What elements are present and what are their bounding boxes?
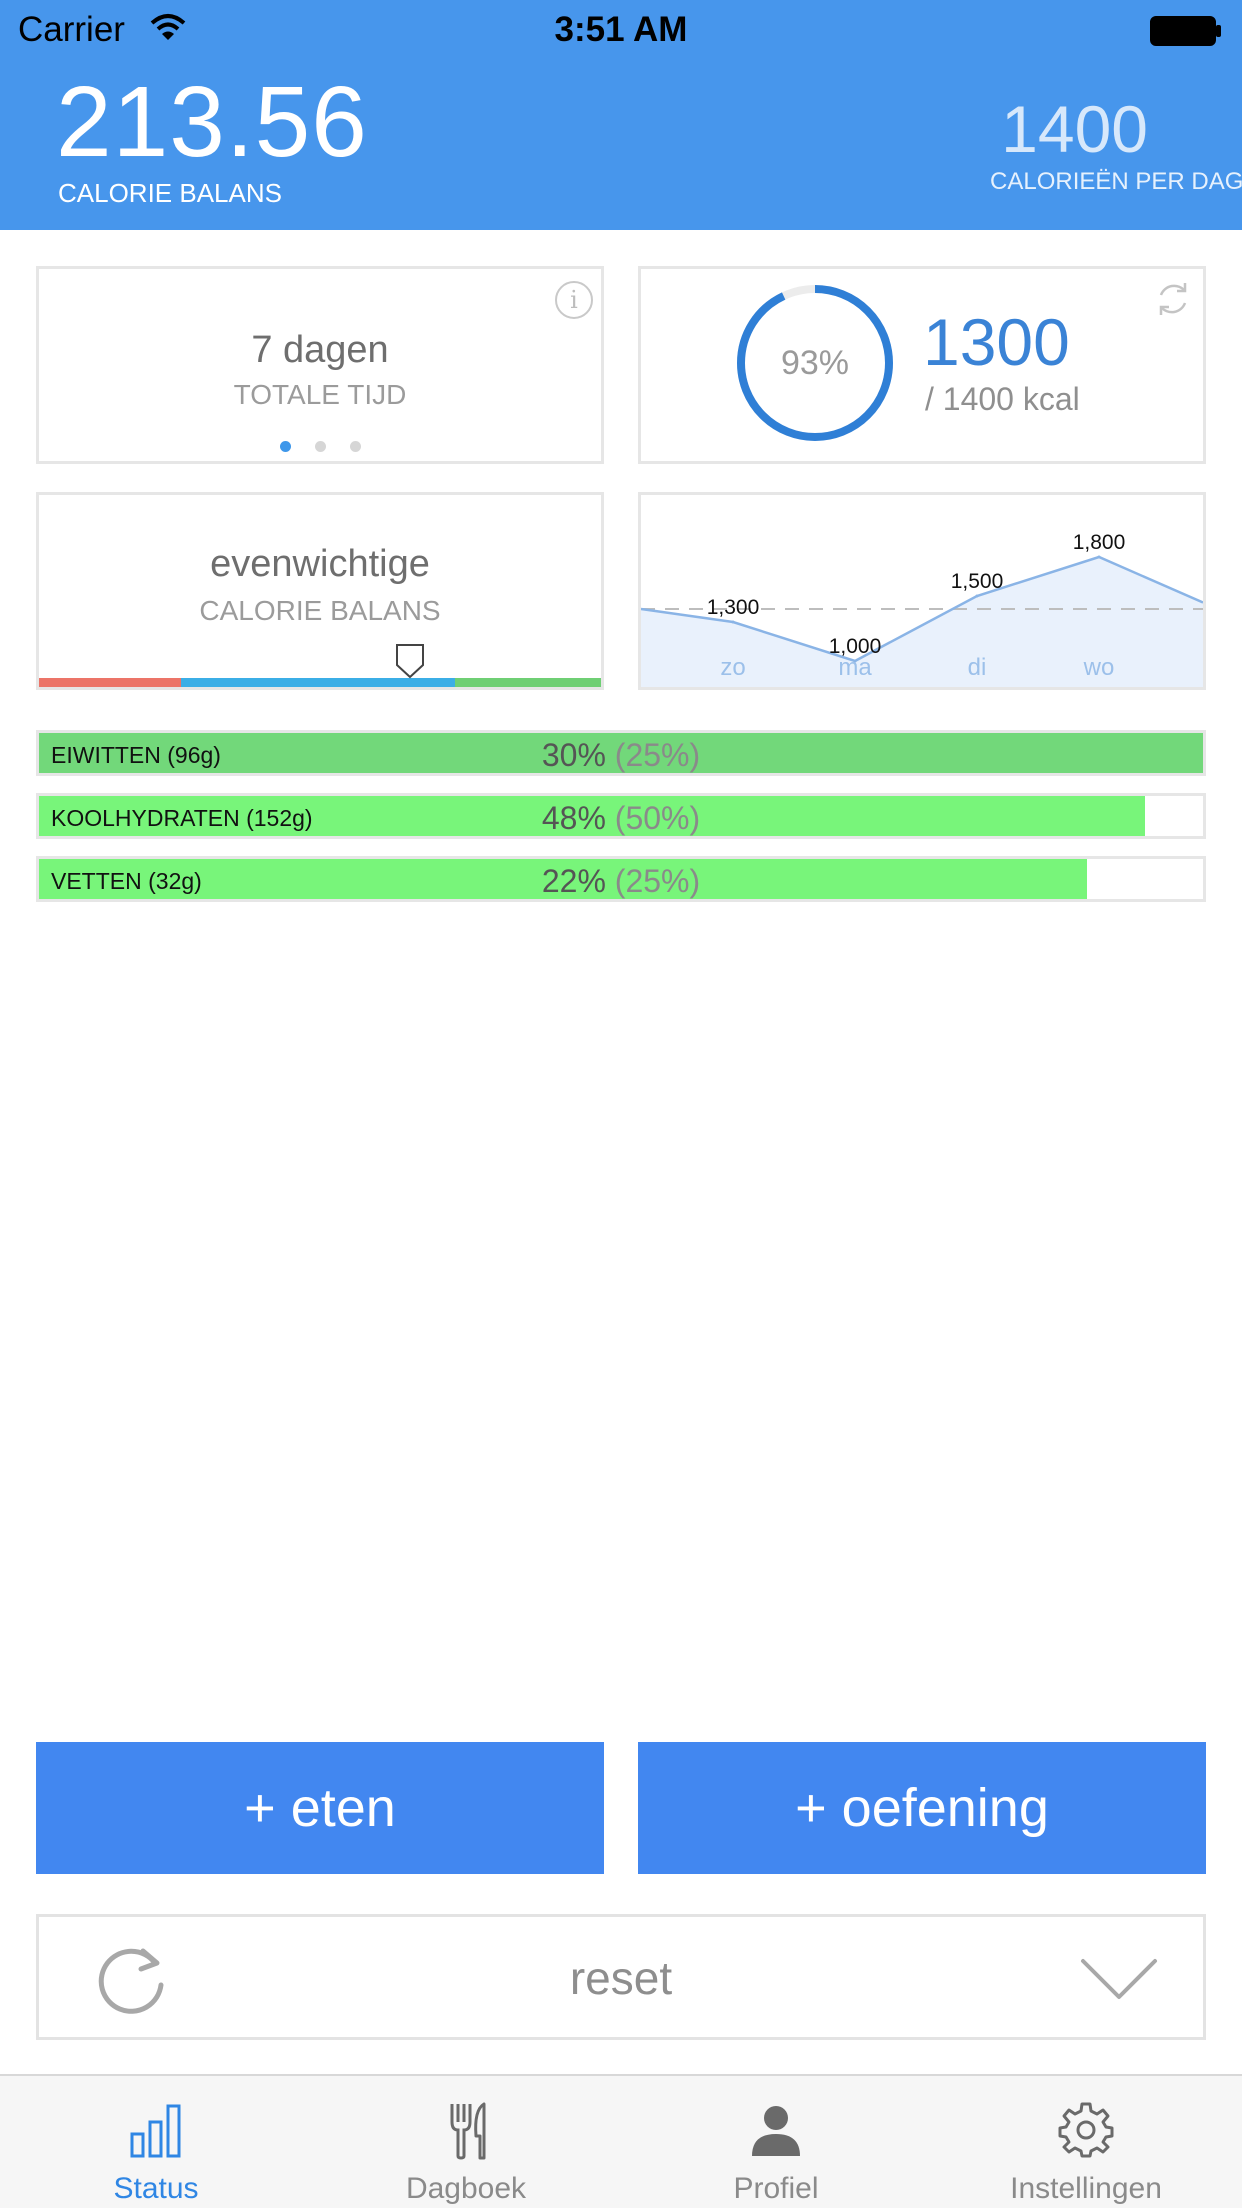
tab-bar: Status Dagboek Profiel Instellingen [0,2074,1242,2208]
balance-status-label: CALORIE BALANS [199,595,441,626]
macro-bar-protein: EIWITTEN (96g) 30% (25%) [36,730,1206,776]
calories-per-day-label: CALORIEËN PER DAG [990,168,1242,195]
chart-category-label: zo [720,654,745,681]
duration-label: TOTALE TIJD [233,379,407,410]
fork-knife-icon [450,2102,486,2160]
page-dot[interactable] [279,441,291,452]
macro-goal: (25%) [614,863,701,899]
chart-point [975,594,979,598]
duration-card[interactable]: i 7 dagen TOTALE TIJD [36,266,604,464]
tab-label: Dagboek [405,2172,527,2205]
tab-status[interactable]: Status [36,2076,276,2208]
tab-profiel[interactable]: Profiel [656,2076,896,2208]
tab-label: Status [113,2172,199,2205]
person-icon [752,2106,800,2156]
info-icon[interactable]: i [555,281,593,319]
reset-label: reset [569,1952,673,2004]
page-indicator[interactable] [39,439,601,457]
macro-percent: 30% [541,737,606,773]
progress-percent: 93% [780,344,850,382]
swap-icon[interactable] [1151,277,1195,321]
calorie-progress-card[interactable]: 93% 1300 / 1400 kcal [638,266,1206,464]
chart-data-label: 1,800 [1073,531,1126,554]
scale-segment-low [39,678,181,687]
chart-category-label: di [968,654,987,681]
tab-label: Instellingen [1010,2172,1162,2205]
weekly-chart-card[interactable]: 1,300 zo 1,000 ma 1,500 di 1,800 wo [638,492,1206,690]
macro-bar-carbs: KOOLHYDRATEN (152g) 48% (50%) [36,793,1206,839]
status-screen: Carrier 3:51 AM 213.56 CALORIE BALANS 14… [0,0,1242,2208]
macro-bar-fat: VETTEN (32g) 22% (25%) [36,856,1206,902]
bar-chart-icon [130,2104,181,2158]
chart-data-label: 1,300 [707,596,760,619]
add-exercise-button[interactable]: + oefening [638,1742,1206,1874]
macro-goal: (25%) [614,737,701,773]
tab-label: Profiel [733,2172,819,2205]
duration-value: 7 dagen [251,329,389,371]
page-dot[interactable] [349,441,361,452]
status-bar: Carrier 3:51 AM [0,0,1242,60]
chart-point [731,620,735,624]
calorie-balance-value: 213.56 [56,66,368,178]
tab-instellingen[interactable]: Instellingen [966,2076,1206,2208]
macro-goal: (50%) [614,800,701,836]
weekly-calorie-chart: 1,300zo1,000ma1,500di1,800wo [641,531,1203,687]
header: Carrier 3:51 AM 213.56 CALORIE BALANS 14… [0,0,1242,230]
chart-point [1097,555,1101,559]
balance-status-value: evenwichtige [210,543,430,585]
reset-button[interactable]: reset [36,1914,1206,2040]
chevron-down-icon[interactable] [1079,1955,1159,2003]
calorie-balance-label: CALORIE BALANS [58,178,282,208]
chart-category-label: ma [838,654,872,681]
consumed-kcal-value: 1300 [923,305,1070,379]
battery-icon [1150,16,1221,46]
target-kcal-label: / 1400 kcal [925,381,1080,417]
chart-data-label: 1,500 [951,570,1004,593]
tab-dagboek[interactable]: Dagboek [346,2076,586,2208]
gear-icon [1058,2102,1114,2158]
balance-card[interactable]: evenwichtige CALORIE BALANS [36,492,604,690]
status-time: 3:51 AM [554,10,688,49]
balance-marker-icon [395,644,424,679]
macro-percent: 22% [541,863,606,899]
calories-per-day-value: 1400 [1001,92,1148,166]
page-dot[interactable] [314,441,326,452]
scale-segment-high [455,678,601,687]
chart-category-label: wo [1083,654,1115,681]
add-food-button[interactable]: + eten [36,1742,604,1874]
macro-percent: 48% [541,800,606,836]
scale-segment-balanced [181,678,455,687]
